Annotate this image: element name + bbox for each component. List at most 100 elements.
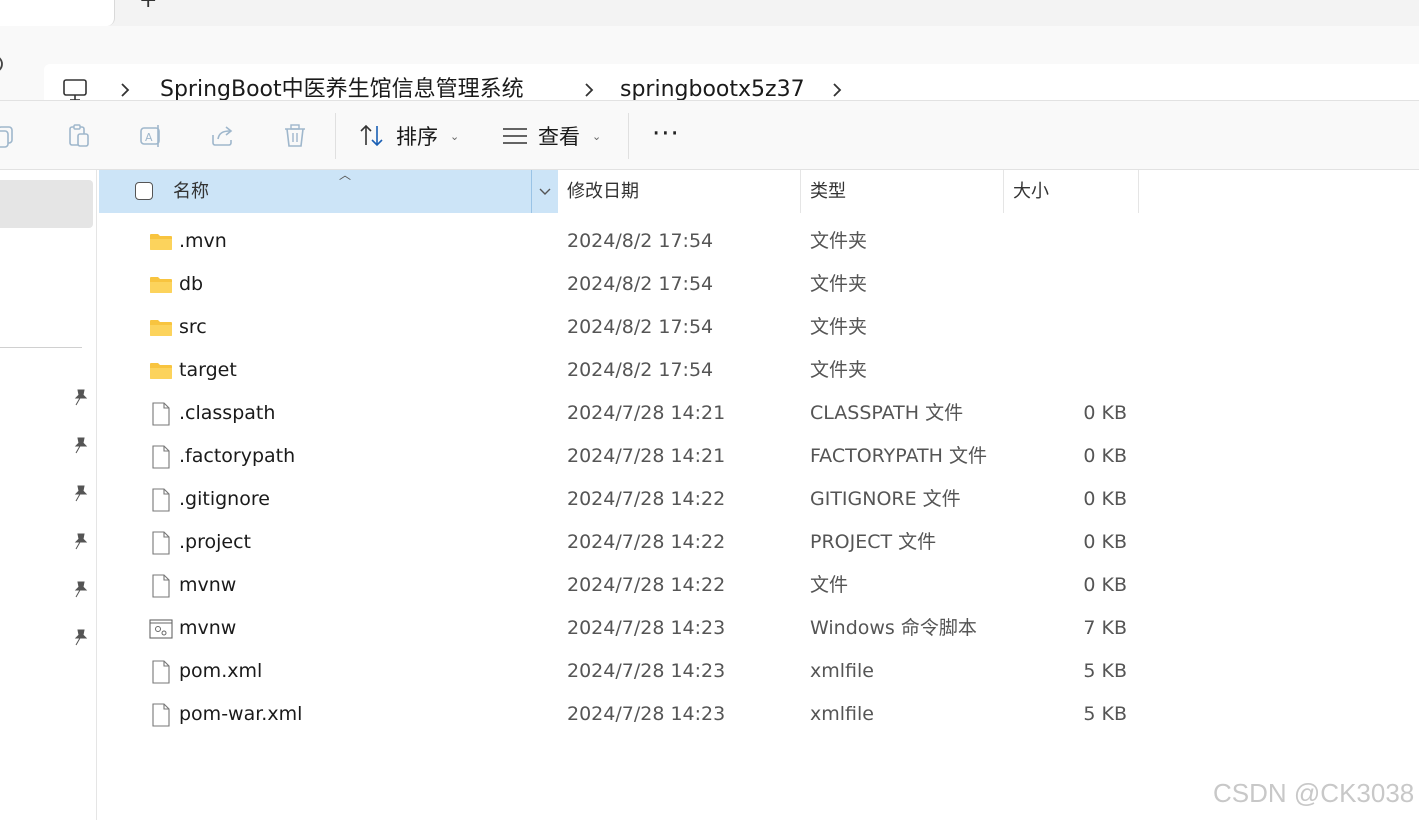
pin-icon[interactable] — [72, 436, 88, 454]
file-size: 7 KB — [1083, 617, 1127, 639]
file-name[interactable]: .mvn — [179, 220, 227, 263]
file-type: CLASSPATH 文件 — [810, 402, 964, 424]
nav-item-selected[interactable] — [0, 180, 93, 228]
file-size: 0 KB — [1083, 488, 1127, 510]
file-size: 5 KB — [1083, 703, 1127, 725]
file-row[interactable]: .mvn 2024/8/2 17:54 文件夹 — [99, 220, 1419, 263]
nav-divider — [0, 347, 82, 348]
active-tab[interactable]: × — [0, 0, 115, 26]
navigation-pane — [0, 170, 97, 820]
file-date: 2024/8/2 17:54 — [567, 316, 714, 338]
file-date: 2024/8/2 17:54 — [567, 230, 714, 252]
refresh-icon[interactable] — [0, 52, 10, 76]
file-row[interactable]: src 2024/8/2 17:54 文件夹 — [99, 306, 1419, 349]
column-name-header[interactable]: ︿ 名称 — [99, 168, 558, 213]
file-name[interactable]: mvnw — [179, 564, 236, 607]
column-filter-dropdown[interactable] — [531, 170, 558, 213]
file-row[interactable]: pom.xml 2024/7/28 14:23 xmlfile 5 KB — [99, 650, 1419, 693]
file-type: PROJECT 文件 — [810, 531, 937, 553]
column-type-header[interactable]: 类型 — [810, 170, 846, 213]
file-name[interactable]: .gitignore — [179, 478, 270, 521]
file-type: FACTORYPATH 文件 — [810, 445, 987, 467]
file-row[interactable]: .classpath 2024/7/28 14:21 CLASSPATH 文件 0 K… — [99, 392, 1419, 435]
file-size: 0 KB — [1083, 574, 1127, 596]
file-date: 2024/7/28 14:22 — [567, 488, 726, 510]
file-icon — [149, 488, 173, 512]
file-date: 2024/8/2 17:54 — [567, 359, 714, 381]
pin-icon[interactable] — [72, 484, 88, 502]
file-row[interactable]: .factorypath 2024/7/28 14:21 FACTORYPATH 文… — [99, 435, 1419, 478]
view-button[interactable]: 查看 ⌄ — [502, 121, 601, 151]
file-name[interactable]: pom-war.xml — [179, 693, 302, 736]
chevron-down-icon — [539, 188, 551, 195]
file-type: Windows 命令脚本 — [810, 617, 977, 639]
file-date: 2024/7/28 14:23 — [567, 617, 726, 639]
sort-ascending-icon: ︿ — [339, 168, 352, 182]
toolbar-divider — [628, 113, 629, 159]
select-all-checkbox[interactable] — [135, 182, 153, 200]
file-date: 2024/7/28 14:22 — [567, 531, 726, 553]
view-label: 查看 — [538, 125, 580, 149]
column-divider[interactable] — [800, 170, 801, 213]
column-divider[interactable] — [1138, 170, 1139, 213]
new-tab-icon[interactable]: + — [139, 0, 157, 12]
file-name[interactable]: .classpath — [179, 392, 275, 435]
file-size: 5 KB — [1083, 660, 1127, 682]
file-icon — [149, 402, 173, 426]
file-name[interactable]: pom.xml — [179, 650, 262, 693]
folder-icon — [149, 359, 173, 383]
file-list: .mvn 2024/8/2 17:54 文件夹 db 2024/8/2 17:54 文件夹… — [99, 220, 1419, 736]
file-row[interactable]: pom-war.xml 2024/7/28 14:23 xmlfile 5 KB — [99, 693, 1419, 736]
file-date: 2024/7/28 14:22 — [567, 574, 726, 596]
file-type: 文件 — [810, 574, 849, 596]
file-row[interactable]: mvnw 2024/7/28 14:22 文件 0 KB — [99, 564, 1419, 607]
file-name[interactable]: src — [179, 306, 207, 349]
file-name[interactable]: .project — [179, 521, 251, 564]
column-date-header[interactable]: 修改日期 — [567, 170, 639, 213]
file-row[interactable]: mvnw 2024/7/28 14:23 Windows 命令脚本 7 KB — [99, 607, 1419, 650]
file-date: 2024/8/2 17:54 — [567, 273, 714, 295]
file-type: 文件夹 — [810, 230, 868, 252]
share-icon[interactable] — [210, 123, 236, 149]
tab-strip: × + — [0, 0, 1419, 26]
folder-icon — [149, 230, 173, 254]
file-row[interactable]: target 2024/8/2 17:54 文件夹 — [99, 349, 1419, 392]
paste-icon[interactable] — [66, 123, 92, 149]
column-header: ︿ 名称 修改日期 类型 大小 — [99, 168, 1419, 213]
file-row[interactable]: db 2024/8/2 17:54 文件夹 — [99, 263, 1419, 306]
more-options-icon[interactable]: ··· — [652, 119, 680, 149]
sort-button[interactable]: 排序 ⌄ — [358, 121, 459, 151]
file-name[interactable]: .factorypath — [179, 435, 295, 478]
file-date: 2024/7/28 14:23 — [567, 660, 726, 682]
pin-icon[interactable] — [72, 628, 88, 646]
folder-icon — [149, 316, 173, 340]
rename-icon[interactable]: A — [138, 123, 164, 149]
pin-icon[interactable] — [72, 580, 88, 598]
svg-text:A: A — [145, 131, 153, 144]
file-name[interactable]: target — [179, 349, 237, 392]
pin-icon[interactable] — [72, 532, 88, 550]
file-name[interactable]: mvnw — [179, 607, 236, 650]
watermark: CSDN @CK3038 — [1213, 778, 1415, 808]
chevron-down-icon: ⌄ — [592, 129, 602, 143]
pin-icon[interactable] — [72, 388, 88, 406]
file-row[interactable]: .project 2024/7/28 14:22 PROJECT 文件 0 KB — [99, 521, 1419, 564]
file-size: 0 KB — [1083, 531, 1127, 553]
copy-icon[interactable] — [0, 123, 18, 149]
file-type: xmlfile — [810, 703, 874, 725]
command-bar: A 排序 ⌄ 查看 ⌄ ··· — [0, 100, 1419, 170]
file-icon — [149, 703, 173, 727]
file-type: 文件夹 — [810, 359, 868, 381]
file-type: 文件夹 — [810, 273, 868, 295]
file-row[interactable]: .gitignore 2024/7/28 14:22 GITIGNORE 文件 0 K… — [99, 478, 1419, 521]
file-icon — [149, 660, 173, 684]
file-name[interactable]: db — [179, 263, 203, 306]
file-type: 文件夹 — [810, 316, 868, 338]
delete-icon[interactable] — [282, 123, 308, 149]
column-size-header[interactable]: 大小 — [1013, 170, 1049, 213]
file-size: 0 KB — [1083, 445, 1127, 467]
file-type: GITIGNORE 文件 — [810, 488, 961, 510]
file-date: 2024/7/28 14:21 — [567, 402, 726, 424]
file-icon — [149, 531, 173, 555]
column-divider[interactable] — [1003, 170, 1004, 213]
